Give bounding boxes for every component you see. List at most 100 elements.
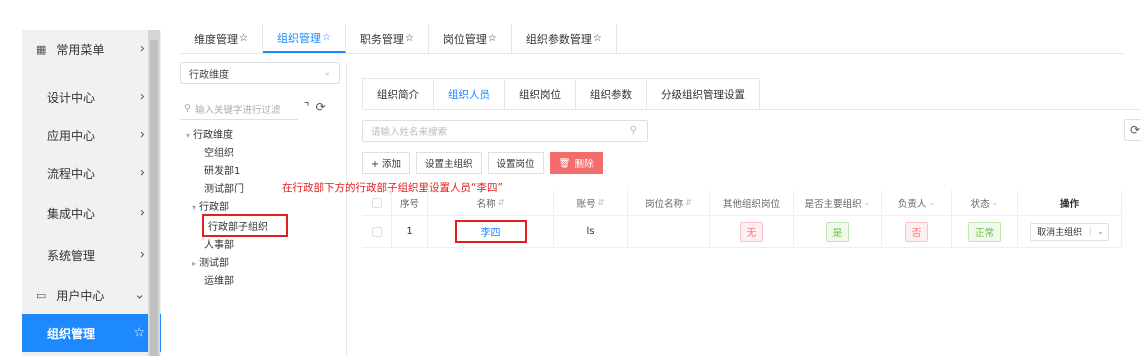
- tree-node[interactable]: 测试部门: [204, 180, 244, 195]
- member-search-input[interactable]: 请输入姓名来搜索 ⚲: [362, 120, 648, 142]
- tab-dimension-management[interactable]: 维度管理 ☆: [180, 24, 263, 53]
- action-dropdown[interactable]: 取消主组织 ⌄: [1030, 222, 1109, 241]
- trash-icon: 🗑: [558, 157, 571, 169]
- column-header[interactable]: 状态 ⌄: [952, 190, 1018, 215]
- chevron-down-icon[interactable]: ⌄: [1090, 227, 1104, 236]
- tree-node[interactable]: ▾ 行政部: [192, 198, 229, 213]
- sidebar-item-design-center[interactable]: 设计中心 ›: [22, 78, 161, 116]
- column-header[interactable]: 是否主要组织 ⌄: [794, 190, 882, 215]
- leader-tag: 否: [904, 221, 929, 242]
- sidebar-item-label: 应用中心: [47, 128, 96, 143]
- chevron-right-icon: ›: [139, 205, 145, 221]
- dimension-select[interactable]: 行政维度 ⌄: [180, 62, 340, 84]
- post-cell: [628, 216, 710, 247]
- row-checkbox[interactable]: [371, 226, 382, 237]
- set-post-button[interactable]: 设置岗位: [487, 152, 544, 174]
- other-post-tag: 无: [739, 221, 764, 242]
- caret-down-icon: ▾: [186, 131, 191, 140]
- refresh-icon[interactable]: ⟳: [316, 100, 326, 114]
- tab-hierarchy-settings[interactable]: 分级组织管理设置: [647, 79, 759, 110]
- member-table: 序号 名称 ⇵ 账号 ⇵ 岗位名称 ⇵ 其他组织岗位 是否主要组织 ⌄ 负责人 ⌄ 状态 ⌄…: [362, 190, 1122, 248]
- sidebar-item-app-center[interactable]: 应用中心 ›: [22, 116, 161, 154]
- chevron-right-icon: ›: [139, 89, 145, 105]
- row-index: 1: [392, 216, 428, 247]
- tab-org-posts[interactable]: 组织岗位: [505, 79, 576, 110]
- star-icon[interactable]: ☆: [593, 33, 602, 44]
- sidebar-item-flow-center[interactable]: 流程中心 ›: [22, 154, 161, 192]
- set-main-org-button[interactable]: 设置主组织: [415, 152, 482, 174]
- chevron-down-icon: ⌄: [323, 68, 331, 78]
- tree-node-selected[interactable]: 行政部子组织: [202, 214, 288, 237]
- top-tab-bar: 维度管理 ☆ 组织管理 ☆ 职务管理 ☆ 岗位管理 ☆ 组织参数管理 ☆: [180, 24, 1125, 54]
- star-icon[interactable]: ☆: [488, 33, 497, 44]
- content-panel: 组织简介 组织人员 组织岗位 组织参数 分级组织管理设置 请输入姓名来搜索 ⚲ …: [358, 62, 1141, 356]
- star-icon[interactable]: ☆: [405, 33, 414, 44]
- chevron-right-icon: ›: [139, 165, 145, 181]
- sidebar-item-label: 常用菜单: [56, 42, 105, 57]
- org-tree-panel: 行政维度 ⌄ ⚲ 输入关键字进行过滤 ⌝ ⟳ ▾ 行政维度 空组织 研发部1 测试…: [180, 62, 347, 356]
- filter-icon: ⌄: [928, 198, 936, 207]
- toolbar: + 添加 设置主组织 设置岗位 🗑 删除: [362, 152, 609, 174]
- account-cell: ls: [554, 216, 628, 247]
- sidebar: ▦ 常用菜单 › 设计中心 › 应用中心 › 流程中心 › 集成中心 › 系统管…: [22, 30, 161, 356]
- refresh-icon: ⟳: [1129, 123, 1141, 137]
- sidebar-item-common-menu[interactable]: ▦ 常用菜单 ›: [22, 30, 161, 68]
- sidebar-item-label: 设计中心: [47, 90, 96, 105]
- star-icon[interactable]: ☆: [322, 32, 331, 43]
- tab-org-params[interactable]: 组织参数: [576, 79, 647, 110]
- cancel-main-org-action[interactable]: 取消主组织: [1037, 225, 1082, 238]
- sidebar-item-integration-center[interactable]: 集成中心 ›: [22, 194, 161, 232]
- column-header[interactable]: 负责人 ⌄: [882, 190, 952, 215]
- chevron-right-icon: ›: [139, 127, 145, 143]
- divider: [362, 109, 1141, 110]
- star-icon[interactable]: ☆: [133, 326, 145, 341]
- refresh-button[interactable]: ⟳: [1124, 119, 1141, 141]
- filter-icon: ⌄: [991, 198, 999, 207]
- member-name-link[interactable]: 李四: [454, 220, 527, 243]
- tree-node[interactable]: ▾ 行政维度: [186, 126, 233, 141]
- delete-button[interactable]: 🗑 删除: [549, 152, 603, 174]
- sort-icon: ⇵: [597, 198, 605, 207]
- sub-tab-bar: 组织简介 组织人员 组织岗位 组织参数 分级组织管理设置: [362, 78, 760, 110]
- is-main-org-tag: 是: [825, 221, 850, 242]
- tree-node[interactable]: ▸ 测试部: [192, 254, 229, 269]
- column-header[interactable]: 账号 ⇵: [554, 190, 628, 215]
- sort-icon: ⇵: [685, 198, 692, 207]
- chevron-right-icon: ›: [139, 41, 145, 57]
- column-header: 操作: [1018, 190, 1122, 215]
- column-header: 序号: [392, 190, 428, 215]
- sidebar-scrollbar-thumb[interactable]: [150, 40, 158, 356]
- tab-org-param-management[interactable]: 组织参数管理 ☆: [512, 24, 617, 53]
- tab-org-intro[interactable]: 组织简介: [363, 79, 434, 110]
- star-icon[interactable]: ☆: [239, 33, 248, 44]
- chevron-down-icon: ⌄: [134, 287, 145, 303]
- sidebar-item-system-management[interactable]: 系统管理 ›: [22, 236, 161, 274]
- grid-icon: ▦: [36, 42, 47, 56]
- status-badge: 正常: [967, 221, 1001, 242]
- tree-node[interactable]: 研发部1: [204, 162, 240, 177]
- tree-node[interactable]: 运维部: [204, 272, 234, 287]
- sidebar-item-user-center[interactable]: ▭ 用户中心 ⌄: [22, 276, 161, 314]
- tree-filter-input[interactable]: ⚲ 输入关键字进行过滤: [180, 98, 298, 120]
- sidebar-item-label: 系统管理: [47, 248, 96, 263]
- chevron-right-icon: ›: [139, 247, 145, 263]
- add-button[interactable]: + 添加: [362, 152, 410, 174]
- tree-node[interactable]: 空组织: [204, 144, 234, 159]
- sidebar-item-label: 用户中心: [56, 288, 105, 303]
- column-header[interactable]: 名称 ⇵: [428, 190, 554, 215]
- tab-post-management[interactable]: 岗位管理 ☆: [429, 24, 512, 53]
- search-icon: ⚲: [184, 103, 191, 114]
- table-row: 1 李四 ls 无 是 否 正常 取消主组织 ⌄: [362, 216, 1122, 248]
- tab-org-members[interactable]: 组织人员: [434, 79, 505, 110]
- sidebar-item-label: 组织管理: [47, 326, 96, 341]
- tab-org-management[interactable]: 组织管理 ☆: [262, 24, 346, 53]
- sidebar-item-label: 流程中心: [47, 166, 96, 181]
- expand-icon[interactable]: ⌝: [304, 100, 310, 114]
- select-all-checkbox[interactable]: [371, 197, 382, 208]
- sort-icon: ⇵: [497, 198, 505, 207]
- filter-icon: ⌄: [863, 198, 871, 207]
- sidebar-item-org-management[interactable]: 组织管理 ☆: [22, 314, 161, 352]
- tree-node[interactable]: 人事部: [204, 236, 234, 251]
- column-header[interactable]: 岗位名称 ⇵: [628, 190, 710, 215]
- tab-job-management[interactable]: 职务管理 ☆: [346, 24, 429, 53]
